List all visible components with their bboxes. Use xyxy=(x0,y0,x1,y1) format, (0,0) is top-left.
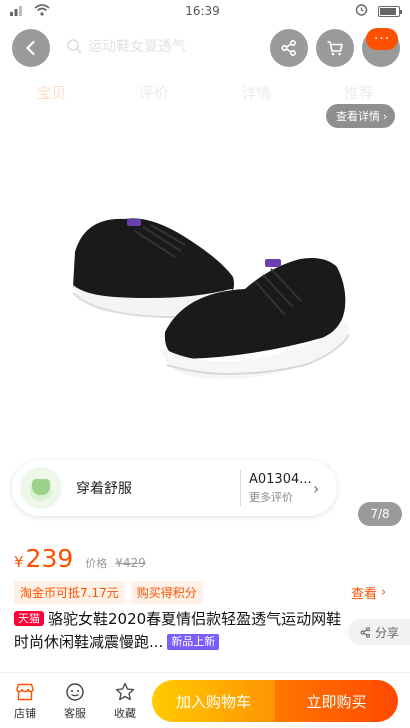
chevron-left-icon xyxy=(25,40,35,56)
more-badge[interactable]: ··· xyxy=(366,28,398,50)
price-currency: ¥ xyxy=(14,553,24,571)
battery-icon xyxy=(378,5,402,17)
search-icon xyxy=(67,39,82,54)
promo-row: 淘金币可抵7.17元 购买得积分 xyxy=(14,581,203,604)
signal-icon xyxy=(10,4,26,19)
service-icon xyxy=(66,682,84,701)
add-to-cart-button[interactable]: 加入购物车 xyxy=(152,680,275,722)
tab-item[interactable]: 宝贝 xyxy=(28,82,74,106)
promo-coins-tag[interactable]: 淘金币可抵7.17元 xyxy=(14,581,125,604)
promo-points-tag[interactable]: 购买得积分 xyxy=(130,581,203,604)
service-label: 客服 xyxy=(64,706,86,720)
product-title: 天猫 骆驼女鞋2020春夏情侣款轻盈透气运动网鞋时尚休闲鞋减震慢跑... 新品上新 xyxy=(14,608,344,654)
chevron-right-icon: › xyxy=(383,109,388,123)
original-price: ¥429 xyxy=(115,556,146,570)
review-text: 穿着舒服 xyxy=(76,481,132,497)
review-product-code: A01304... xyxy=(249,471,312,487)
status-bar: 16:39 xyxy=(0,0,410,22)
share-pill-button[interactable]: 分享 xyxy=(348,619,410,645)
price-value: 239 xyxy=(25,544,74,573)
review-card[interactable]: 穿着舒服 A01304... 更多评价 › xyxy=(12,460,337,516)
tmall-badge: 天猫 xyxy=(14,611,44,626)
chevron-right-icon: › xyxy=(381,585,387,600)
buy-now-button[interactable]: 立即购买 xyxy=(275,680,398,722)
favorite-button[interactable]: 收藏 xyxy=(100,681,150,721)
more-reviews-link[interactable]: 更多评价 xyxy=(249,489,313,505)
price-row: ¥ 239 价格 ¥429 xyxy=(14,544,146,573)
clock-time: 16:39 xyxy=(185,4,220,18)
view-details-label: 查看详情 xyxy=(336,110,380,123)
product-shoe-image xyxy=(72,218,350,380)
search-placeholder: 运动鞋女夏透气 xyxy=(88,39,186,55)
chevron-right-icon: › xyxy=(313,478,320,498)
cart-icon xyxy=(327,41,343,56)
review-thumbnail xyxy=(20,467,62,509)
search-bar-ghost[interactable]: 运动鞋女夏透气 xyxy=(66,36,186,56)
product-detail-page: 16:39 运动鞋女夏透气 ··· 宝贝 评价 详情 推荐 查看详情 › 穿着舒… xyxy=(0,0,410,728)
section-tabs: 宝贝 评价 详情 推荐 xyxy=(0,82,410,106)
favorite-label: 收藏 xyxy=(114,706,136,720)
cart-button[interactable] xyxy=(316,29,354,67)
share-label: 分享 xyxy=(374,625,399,640)
tab-reviews[interactable]: 评价 xyxy=(131,82,177,106)
tab-recommend[interactable]: 推荐 xyxy=(336,82,382,106)
store-button[interactable]: 店铺 xyxy=(0,681,50,721)
share-button[interactable] xyxy=(270,29,308,67)
share-icon xyxy=(360,626,371,638)
wifi-icon xyxy=(34,3,50,19)
alarm-icon xyxy=(355,3,368,19)
store-icon xyxy=(16,683,34,700)
store-label: 店铺 xyxy=(14,706,36,720)
check-promos-link[interactable]: 查看 › xyxy=(351,583,386,602)
tab-details[interactable]: 详情 xyxy=(233,82,279,106)
back-button[interactable] xyxy=(12,29,50,67)
check-promos-label: 查看 xyxy=(351,587,378,602)
service-button[interactable]: 客服 xyxy=(50,681,100,721)
new-arrival-badge: 新品上新 xyxy=(167,634,220,650)
original-price-label: 价格 xyxy=(85,557,108,570)
star-icon xyxy=(115,682,135,700)
view-details-chip[interactable]: 查看详情 › xyxy=(326,104,396,128)
share-icon xyxy=(281,39,297,57)
gallery-page-counter: 7/8 xyxy=(358,502,402,526)
